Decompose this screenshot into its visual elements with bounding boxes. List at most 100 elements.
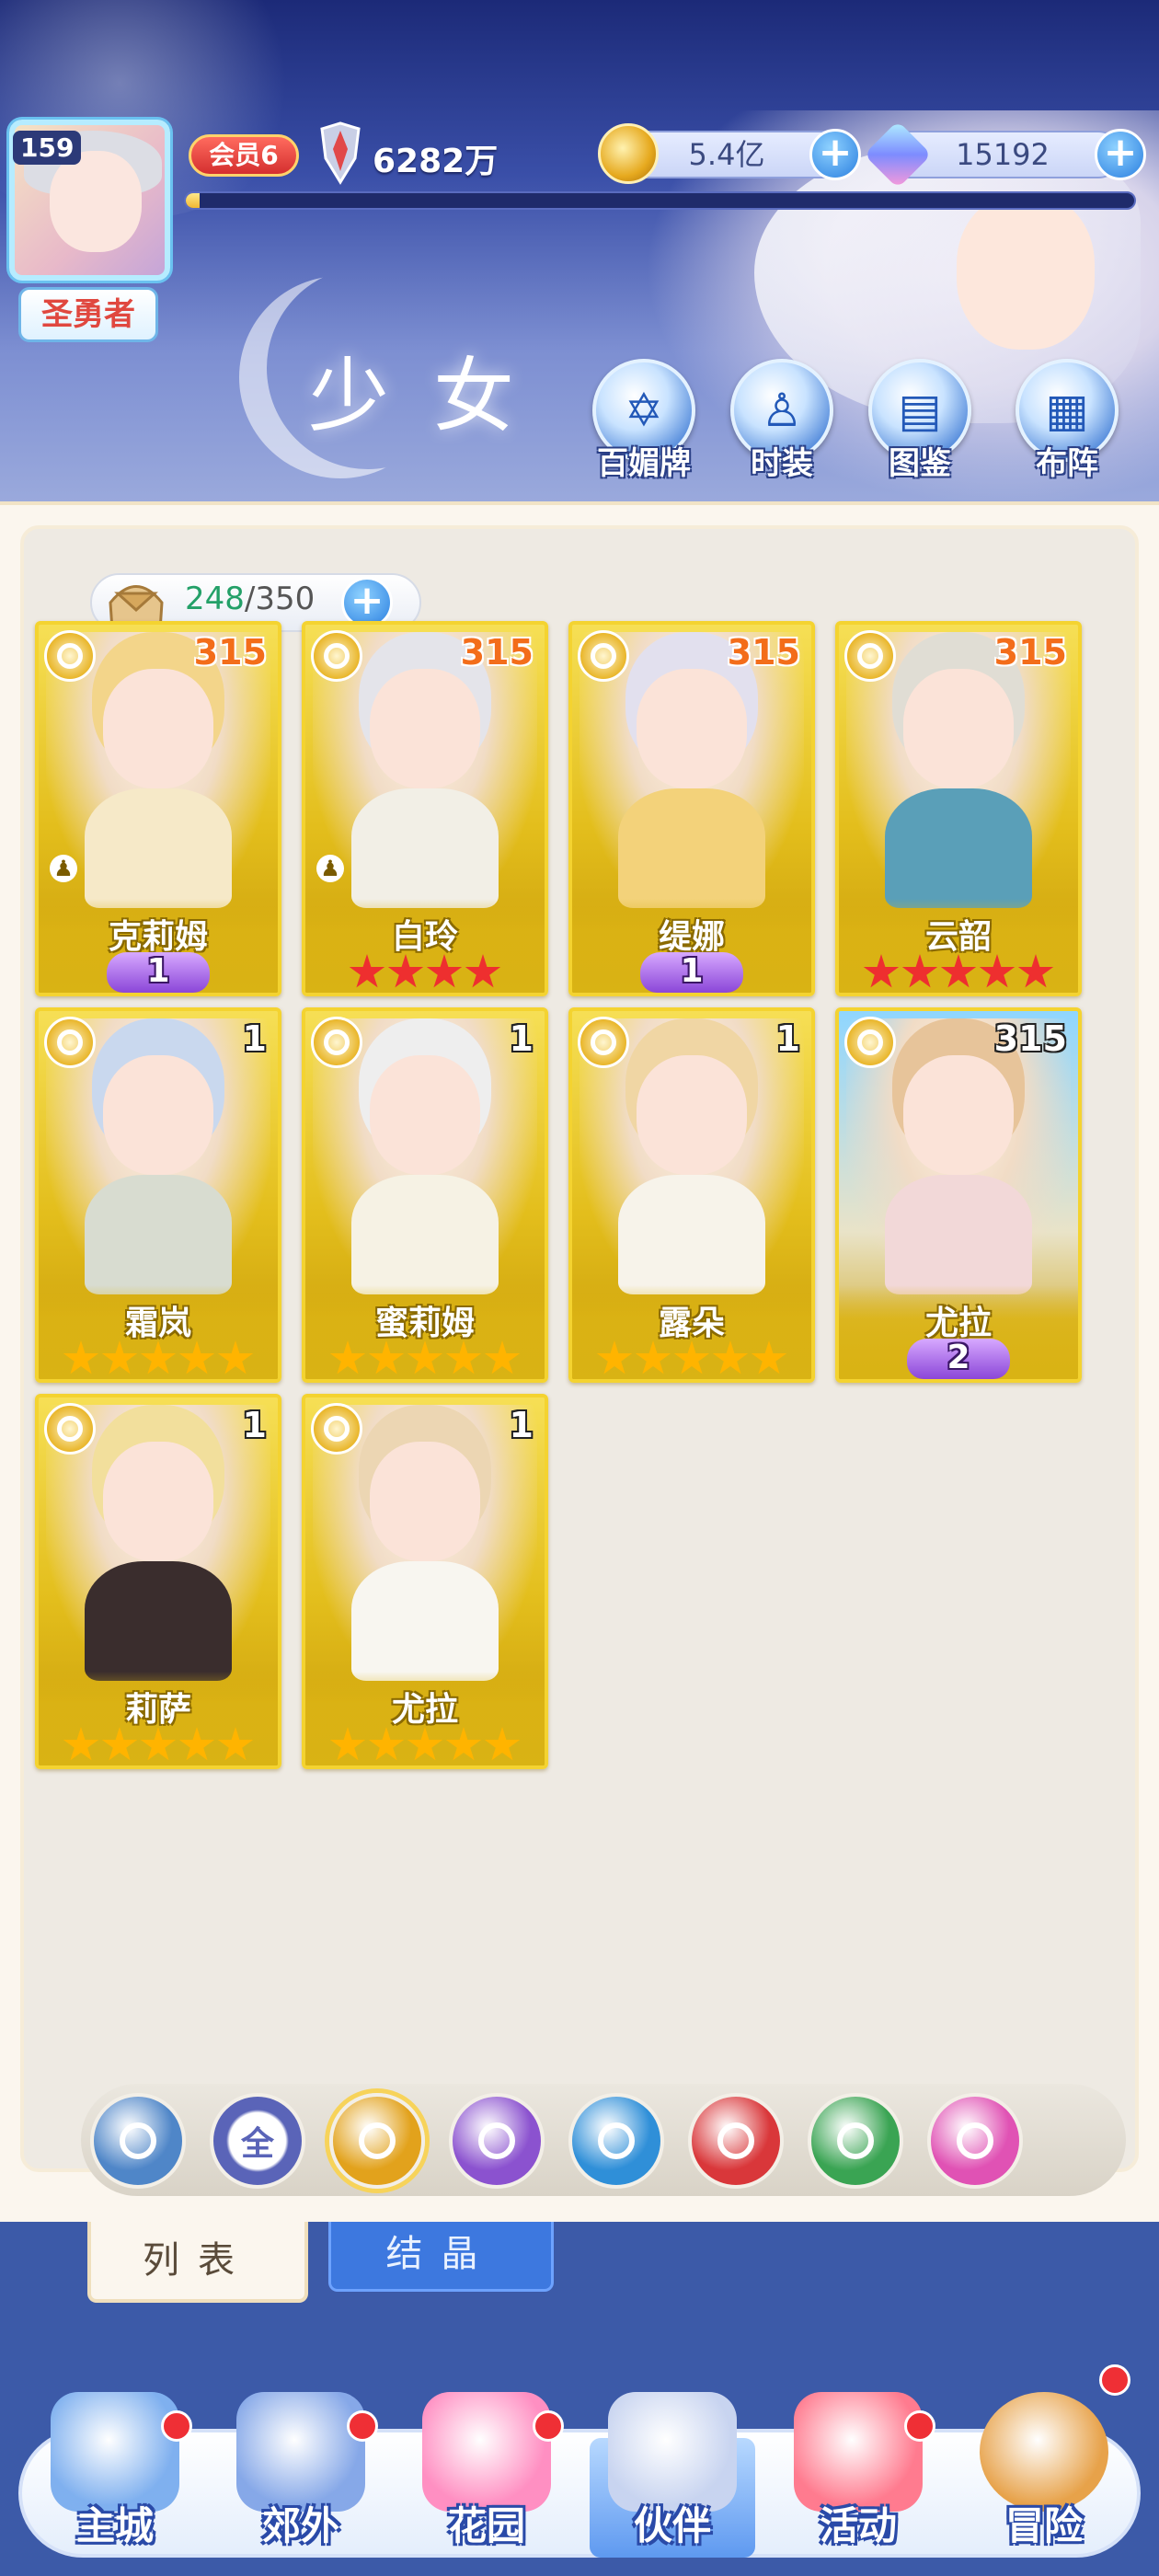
pawn-icon: ♟ [316, 855, 344, 882]
character-level: 1 [509, 1018, 534, 1059]
nav-label: 百媚牌 [597, 445, 691, 482]
star-icon [940, 954, 977, 988]
filter-nature-icon[interactable] [808, 2093, 903, 2189]
star-icon [901, 954, 938, 988]
bottom-nav-item[interactable]: 郊外 [209, 2392, 393, 2558]
character-card[interactable]: 315 云韶 [835, 621, 1082, 996]
character-card[interactable]: 315 缇娜 1 [568, 621, 815, 996]
nav-baimeipai-button[interactable]: ✡ 百媚牌 [580, 359, 708, 488]
character-level: 315 [993, 1018, 1067, 1059]
star-icon [349, 954, 385, 988]
nav-2-icon [422, 2392, 551, 2512]
filter-moon-icon[interactable] [449, 2093, 545, 2189]
gold-coin-icon [598, 123, 659, 184]
nav-codex-button[interactable]: ▤ 图鉴 [855, 359, 984, 488]
star-icon [673, 1340, 710, 1374]
filter-arcane-icon[interactable] [927, 2093, 1023, 2189]
star-icon [101, 1727, 138, 1761]
player-level: 159 [13, 131, 82, 165]
star-icon [178, 1340, 215, 1374]
light-element-icon [311, 630, 362, 682]
star-rating [39, 1727, 278, 1765]
character-name: 霜岚 [124, 1305, 191, 1342]
bottom-nav-item[interactable]: 花园 [395, 2392, 579, 2558]
tab-crystal[interactable]: 结晶 [328, 2222, 554, 2292]
star-icon [484, 1727, 521, 1761]
nav-3-icon [608, 2392, 737, 2512]
capacity-current: 248 [185, 581, 245, 617]
character-name: 云韶 [924, 918, 992, 956]
character-card[interactable]: 315 ♟ 白玲 [302, 621, 548, 996]
exp-bar-fill [186, 193, 201, 208]
player-title[interactable]: 圣勇者 [18, 287, 158, 342]
add-gold-button[interactable]: + [809, 129, 861, 180]
character-level: 315 [460, 632, 534, 673]
awaken-rank-badge: 2 [907, 1339, 1010, 1379]
character-name: 尤拉 [924, 1305, 992, 1342]
character-card[interactable]: 1 霜岚 [35, 1007, 281, 1383]
nav-4-icon [794, 2392, 923, 2512]
character-name: 缇娜 [658, 918, 725, 956]
awaken-rank-badge: 1 [107, 952, 210, 993]
notification-dot [1099, 2364, 1130, 2396]
filter-all-icon[interactable]: 全 [210, 2093, 305, 2189]
header-area: 159 圣勇者 会员6 6282万 5.4亿 + 15192 + 少女 ✡ 百媚… [0, 0, 1159, 501]
bottom-nav-item[interactable]: 活动 [766, 2392, 950, 2558]
character-card[interactable]: 1 露朵 [568, 1007, 815, 1383]
star-icon [368, 1340, 405, 1374]
character-name: 尤拉 [391, 1691, 458, 1729]
filter-light-icon[interactable] [329, 2093, 425, 2189]
combat-power-value: 6282万 [373, 143, 499, 180]
star-icon [387, 954, 424, 988]
character-name: 莉萨 [124, 1691, 191, 1729]
bottom-nav-item[interactable]: 伙伴 [580, 2392, 764, 2558]
nav-label: 图鉴 [889, 445, 951, 482]
light-element-icon [44, 1017, 96, 1068]
bottom-nav-item[interactable]: 主城 [23, 2392, 207, 2558]
character-level: 1 [242, 1018, 267, 1059]
star-icon [101, 1340, 138, 1374]
combat-power-icon [320, 121, 361, 185]
star-icon [1017, 954, 1054, 988]
nav-costume-button[interactable]: ♙ 时装 [717, 359, 846, 488]
light-element-icon [844, 1017, 896, 1068]
nav-label: 时装 [751, 445, 813, 482]
star-icon [217, 1340, 254, 1374]
pawn-icon: ♟ [50, 855, 77, 882]
nav-5-icon [980, 2392, 1108, 2512]
character-card[interactable]: 1 蜜莉姆 [302, 1007, 548, 1383]
character-card[interactable]: 315 ♟ 克莉姆 1 [35, 621, 281, 996]
star-rating [572, 1340, 811, 1379]
nav-formation-button[interactable]: ▦ 布阵 [1003, 359, 1131, 488]
light-element-icon [44, 630, 96, 682]
star-icon [407, 1727, 443, 1761]
character-name: 蜜莉姆 [374, 1305, 475, 1342]
light-element-icon [578, 630, 629, 682]
notification-dot [904, 2410, 935, 2442]
character-card[interactable]: 1 莉萨 [35, 1394, 281, 1769]
star-icon [445, 1727, 482, 1761]
filter-wind-icon[interactable] [90, 2093, 186, 2189]
star-icon [368, 1727, 405, 1761]
page-title: 少女 [308, 349, 559, 443]
tab-list[interactable]: 列表 [87, 2222, 308, 2303]
bottom-nav-label: 主城 [75, 2503, 154, 2548]
gold-value: 5.4亿 [688, 137, 765, 172]
bottom-nav-label: 活动 [819, 2503, 897, 2548]
bottom-nav-item[interactable]: 冒险 [952, 2364, 1136, 2558]
star-rating [39, 1340, 278, 1379]
star-icon [979, 954, 1016, 988]
add-gem-button[interactable]: + [1095, 129, 1146, 180]
filter-fire-icon[interactable] [688, 2093, 784, 2189]
star-icon [426, 954, 463, 988]
star-rating [305, 1727, 545, 1765]
nav-1-icon [236, 2392, 365, 2512]
character-level: 1 [775, 1018, 800, 1059]
character-card[interactable]: 1 尤拉 [302, 1394, 548, 1769]
nav-0-icon [51, 2392, 179, 2512]
character-card[interactable]: 315 尤拉 2 [835, 1007, 1082, 1383]
filter-water-icon[interactable] [568, 2093, 664, 2189]
vip-badge[interactable]: 会员6 [189, 134, 299, 177]
star-icon [329, 1727, 366, 1761]
gem-value: 15192 [956, 137, 1050, 172]
